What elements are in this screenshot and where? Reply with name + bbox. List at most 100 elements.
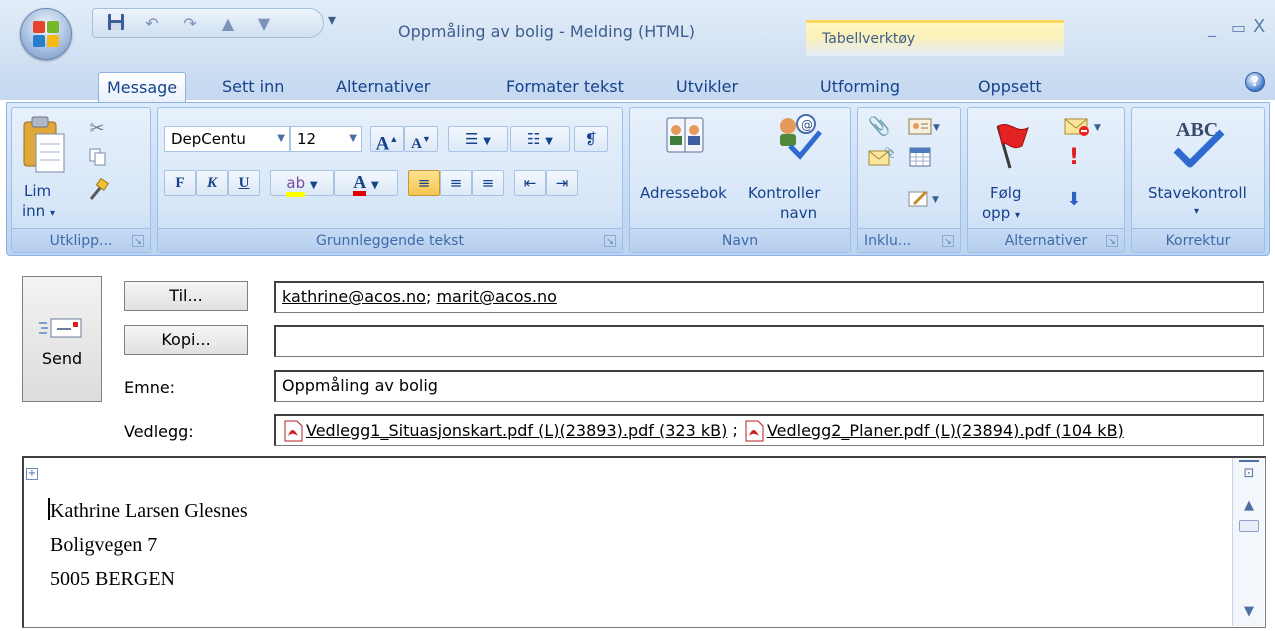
scroll-up-icon[interactable]: ▲ — [1239, 498, 1259, 513]
follow-up-label-2[interactable]: opp ▾ — [982, 204, 1020, 222]
redo-icon[interactable]: ↷ — [179, 13, 201, 35]
to-button[interactable]: Til... — [124, 281, 248, 311]
maximize-icon[interactable]: ▭ — [1231, 18, 1246, 37]
tab-oppsett[interactable]: Oppsett — [978, 72, 1042, 102]
table-move-handle-icon[interactable]: + — [26, 468, 38, 480]
send-envelope-icon — [39, 317, 83, 339]
minimize-icon[interactable]: _ — [1208, 18, 1216, 37]
tab-formater-tekst[interactable]: Formater tekst — [506, 72, 624, 102]
bullets-button[interactable]: ☰ ▼ — [448, 126, 508, 152]
group-names: @ Adressebok Kontroller navn Navn — [629, 107, 851, 253]
follow-up-label[interactable]: Følg — [990, 184, 1022, 202]
body-line: Kathrine Larsen Glesnes — [50, 500, 248, 522]
permission-icon[interactable]: ▼ — [1064, 116, 1106, 140]
chevron-down-icon[interactable]: ▾ — [1194, 206, 1199, 217]
styles-icon[interactable]: ❡ — [574, 126, 608, 152]
address-book-label[interactable]: Adressebok — [640, 184, 727, 202]
attach-item-icon[interactable]: 📎 — [868, 146, 897, 170]
numbering-button[interactable]: ☷ ▼ — [510, 126, 570, 152]
bold-button[interactable]: F — [164, 170, 196, 196]
attachment-item[interactable]: Vedlegg2_Planer.pdf (L)(23894).pdf (104 … — [743, 420, 1124, 441]
close-icon[interactable]: X — [1253, 16, 1265, 37]
numbering-icon: ☷ — [527, 130, 541, 148]
italic-button[interactable]: K — [196, 170, 228, 196]
business-card-icon[interactable]: ▼ — [908, 116, 942, 140]
align-center-icon[interactable]: ≡ — [440, 170, 472, 196]
context-tab-title: Tabellverktøy — [822, 31, 916, 47]
view-ruler-icon[interactable]: ⊡ — [1239, 466, 1259, 481]
attachments-field[interactable]: Vedlegg1_Situasjonskart.pdf (L)(23893).p… — [274, 414, 1264, 446]
decrease-indent-icon[interactable]: ⇤ — [514, 170, 546, 196]
font-name-select[interactable]: DepCentu ▼ — [164, 126, 290, 152]
group-label-proofing: Korrektur — [1132, 228, 1264, 252]
increase-indent-icon[interactable]: ⇥ — [546, 170, 578, 196]
tab-message[interactable]: Message — [98, 72, 187, 102]
paste-label-2[interactable]: inn ▾ — [22, 202, 55, 220]
underline-button[interactable]: U — [228, 170, 260, 196]
recipient[interactable]: marit@acos.no — [436, 287, 556, 306]
spelling-label[interactable]: Stavekontroll — [1148, 184, 1247, 202]
subject-field[interactable]: Oppmåling av bolig — [274, 370, 1264, 402]
font-color-button[interactable]: A ▼ — [334, 170, 398, 196]
previous-item-icon[interactable]: ▲ — [217, 13, 239, 35]
dialog-launcher-icon[interactable]: ↘ — [132, 235, 144, 247]
tab-sett-inn[interactable]: Sett inn — [222, 72, 284, 102]
low-importance-icon[interactable]: ⬇ — [1064, 188, 1084, 212]
font-size-select[interactable]: 12 ▼ — [290, 126, 362, 152]
tab-utforming[interactable]: Utforming — [820, 72, 900, 102]
shrink-font-button[interactable]: A▼ — [404, 126, 438, 152]
recipient[interactable]: kathrine@acos.no — [282, 287, 426, 306]
help-icon[interactable]: ? — [1245, 72, 1265, 92]
message-body[interactable]: + Kathrine Larsen Glesnes Boligvegen 7 5… — [22, 456, 1266, 628]
check-names-label[interactable]: Kontroller — [748, 184, 820, 202]
group-options: Følg opp ▾ ▼ ! ⬇ Alternativer ↘ — [967, 107, 1125, 253]
customize-toolbar-icon[interactable]: ▾ — [328, 10, 336, 29]
chevron-down-icon: ▼ — [545, 136, 553, 147]
group-proofing: ABC Stavekontroll ▾ Korrektur — [1131, 107, 1265, 253]
high-importance-icon[interactable]: ! — [1064, 146, 1084, 170]
splitter-icon[interactable] — [1239, 460, 1259, 464]
format-painter-icon[interactable] — [86, 177, 110, 202]
address-book-icon[interactable] — [664, 114, 706, 156]
check-names-label-2[interactable]: navn — [780, 204, 817, 222]
dialog-launcher-icon[interactable]: ↘ — [1106, 235, 1118, 247]
cc-field[interactable] — [274, 325, 1264, 357]
paste-label[interactable]: Lim — [24, 182, 51, 200]
highlighter-icon: ab — [286, 174, 306, 197]
chevron-down-icon: ▼ — [483, 136, 491, 147]
chevron-down-icon: ▼ — [309, 180, 318, 191]
paste-icon[interactable] — [20, 114, 68, 176]
check-names-icon[interactable]: @ — [772, 112, 824, 160]
tab-alternativer[interactable]: Alternativer — [336, 72, 430, 102]
to-field[interactable]: kathrine@acos.no; marit@acos.no — [274, 281, 1264, 313]
cut-icon[interactable]: ✂ — [86, 118, 108, 140]
copy-icon[interactable] — [88, 148, 108, 168]
dialog-launcher-icon[interactable]: ↘ — [942, 235, 954, 247]
grow-font-button[interactable]: A▲ — [370, 126, 404, 154]
align-left-icon[interactable]: ≡ — [408, 170, 440, 196]
attach-file-icon[interactable]: 📎 — [868, 116, 890, 140]
body-text[interactable]: Kathrine Larsen Glesnes Boligvegen 7 500… — [50, 494, 248, 596]
scroll-thumb[interactable] — [1239, 520, 1259, 532]
follow-up-flag-icon[interactable] — [984, 118, 1032, 170]
vertical-scrollbar[interactable]: ⊡ ▲ ▼ — [1232, 458, 1264, 626]
calendar-icon[interactable] — [908, 146, 932, 170]
align-right-icon[interactable]: ≡ — [472, 170, 504, 196]
next-item-icon[interactable]: ▼ — [253, 13, 275, 35]
office-button[interactable] — [20, 8, 72, 60]
spelling-check-icon[interactable]: ABC — [1170, 114, 1226, 170]
tab-utvikler[interactable]: Utvikler — [676, 72, 738, 102]
signature-icon[interactable]: ▼ — [908, 188, 942, 212]
attachment-item[interactable]: Vedlegg1_Situasjonskart.pdf (L)(23893).p… — [282, 420, 732, 441]
scroll-down-icon[interactable]: ▼ — [1239, 604, 1259, 619]
send-label: Send — [41, 349, 83, 368]
dialog-launcher-icon[interactable]: ↘ — [604, 235, 616, 247]
save-icon[interactable] — [105, 13, 127, 35]
undo-icon[interactable]: ↶ — [141, 13, 163, 35]
body-line: Boligvegen 7 — [50, 534, 158, 556]
cc-button[interactable]: Kopi... — [124, 325, 248, 355]
send-button[interactable]: Send — [22, 276, 102, 402]
group-label-options: Alternativer — [968, 228, 1124, 252]
highlight-button[interactable]: ab ▼ — [270, 170, 334, 197]
pdf-icon — [284, 420, 303, 441]
